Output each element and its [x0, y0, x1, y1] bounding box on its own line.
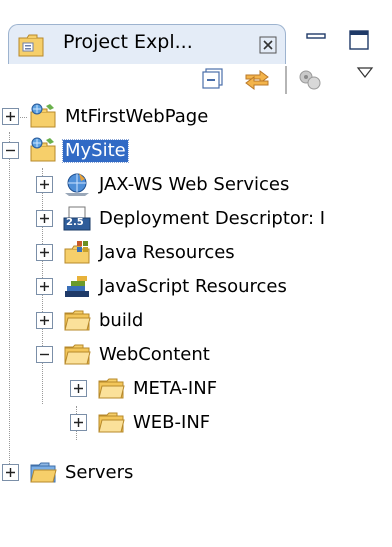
folder-icon — [64, 344, 91, 365]
web-project-icon — [30, 137, 56, 162]
project-explorer-view: Project Expl... MtFirstWebPage MySite JA… — [0, 0, 392, 547]
view-toolbar — [0, 64, 392, 100]
expand-icon[interactable] — [36, 244, 53, 261]
tree-connector — [9, 132, 10, 472]
view-tab-bar: Project Expl... — [0, 0, 392, 64]
minimize-icon[interactable] — [304, 30, 328, 52]
web-services-icon — [65, 173, 89, 196]
deployment-version-badge: 2.5 — [66, 217, 84, 228]
expand-icon[interactable] — [2, 464, 19, 481]
expand-icon[interactable] — [36, 210, 53, 227]
expand-icon[interactable] — [70, 380, 87, 397]
synchronize-icon[interactable] — [297, 68, 323, 92]
servers-folder-icon — [30, 462, 57, 483]
deployment-descriptor-icon: 2.5 — [63, 205, 91, 231]
tree-item-label: Servers — [65, 462, 134, 483]
folder-icon — [98, 378, 125, 399]
project-explorer-icon — [18, 34, 44, 57]
tab-label: Project Expl... — [63, 31, 193, 53]
tree-item-label: Deployment Descriptor: I — [99, 208, 326, 229]
toolbar-separator — [285, 66, 287, 94]
tree-item-label: WEB-INF — [133, 412, 211, 433]
tree-item-label: JavaScript Resources — [99, 276, 287, 297]
tree-item-label: META-INF — [133, 378, 218, 399]
expand-icon[interactable] — [36, 176, 53, 193]
java-resources-icon — [64, 241, 90, 264]
view-menu-icon[interactable] — [356, 66, 374, 80]
tree-item-label: JAX-WS Web Services — [99, 174, 290, 195]
tab-project-explorer[interactable]: Project Expl... — [8, 24, 286, 64]
tree-item-label: MySite — [62, 139, 129, 163]
folder-icon — [64, 310, 91, 331]
project-tree: MtFirstWebPage MySite JAX-WS Web Service… — [0, 100, 392, 547]
web-project-icon — [30, 103, 56, 128]
tree-item-label: MtFirstWebPage — [65, 106, 209, 127]
javascript-resources-icon — [65, 276, 89, 297]
maximize-icon[interactable] — [348, 28, 370, 52]
expand-icon[interactable] — [36, 312, 53, 329]
folder-icon — [98, 412, 125, 433]
close-icon[interactable] — [259, 36, 277, 54]
tree-item-label: WebContent — [99, 344, 210, 365]
collapse-icon[interactable] — [36, 346, 53, 363]
collapse-all-icon[interactable] — [202, 68, 224, 90]
tree-connector — [18, 117, 27, 118]
link-with-editor-icon[interactable] — [244, 67, 270, 91]
expand-icon[interactable] — [2, 108, 19, 125]
tree-item-label: Java Resources — [99, 242, 235, 263]
collapse-icon[interactable] — [2, 142, 19, 159]
expand-icon[interactable] — [70, 414, 87, 431]
expand-icon[interactable] — [36, 278, 53, 295]
tree-item-label: build — [99, 310, 144, 331]
